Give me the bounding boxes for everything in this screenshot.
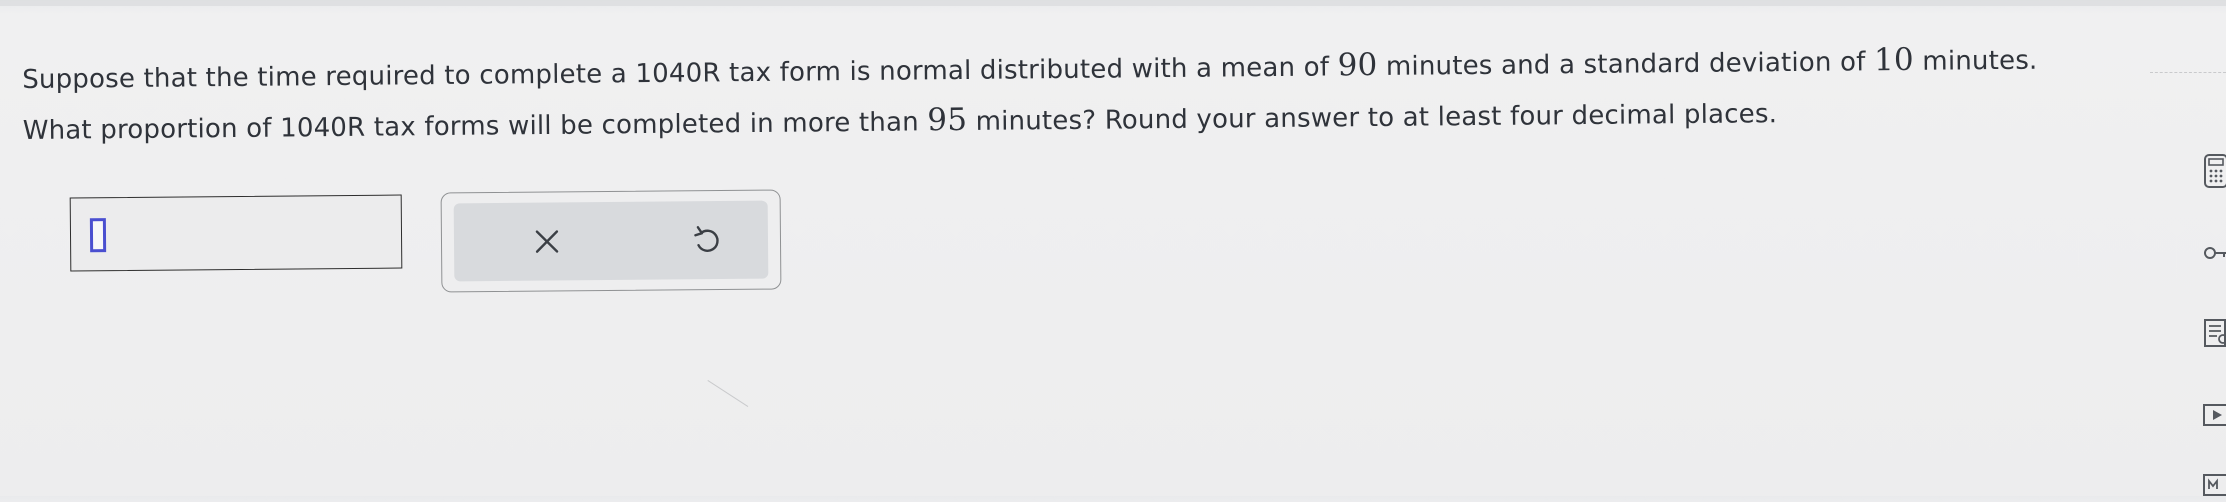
mean-value: 90 xyxy=(1337,46,1378,84)
answer-tools-inner xyxy=(453,200,769,282)
question-part-2: minutes and a standard deviation of xyxy=(1377,47,1875,82)
question-text: Suppose that the time required to comple… xyxy=(22,34,2103,156)
answer-input[interactable] xyxy=(69,194,403,272)
ebook-button[interactable] xyxy=(2202,468,2226,502)
answer-tools-panel xyxy=(440,189,782,293)
clear-button[interactable] xyxy=(517,216,577,267)
calculator-button[interactable] xyxy=(2202,154,2226,188)
video-button[interactable] xyxy=(2202,398,2226,432)
textbook-button[interactable] xyxy=(2202,316,2226,350)
text-cursor xyxy=(89,218,107,253)
undo-button[interactable] xyxy=(676,215,736,266)
undo-icon xyxy=(694,226,719,252)
background-smudge xyxy=(707,380,749,407)
ebook-icon xyxy=(2203,474,2226,496)
question-part-4: minutes? Round your answer to at least f… xyxy=(967,99,1778,137)
threshold-value: 95 xyxy=(927,101,968,139)
right-toolbar xyxy=(2180,60,2226,496)
video-icon xyxy=(2203,404,2226,426)
sd-value: 10 xyxy=(1873,41,1915,79)
textbook-icon xyxy=(2204,319,2226,347)
x-icon xyxy=(535,230,559,253)
key-button[interactable] xyxy=(2202,236,2226,270)
page-top-edge xyxy=(0,0,2226,6)
question-part-1: Suppose that the time required to comple… xyxy=(22,52,1338,95)
calculator-icon xyxy=(2204,154,2226,188)
key-icon xyxy=(2204,247,2226,259)
